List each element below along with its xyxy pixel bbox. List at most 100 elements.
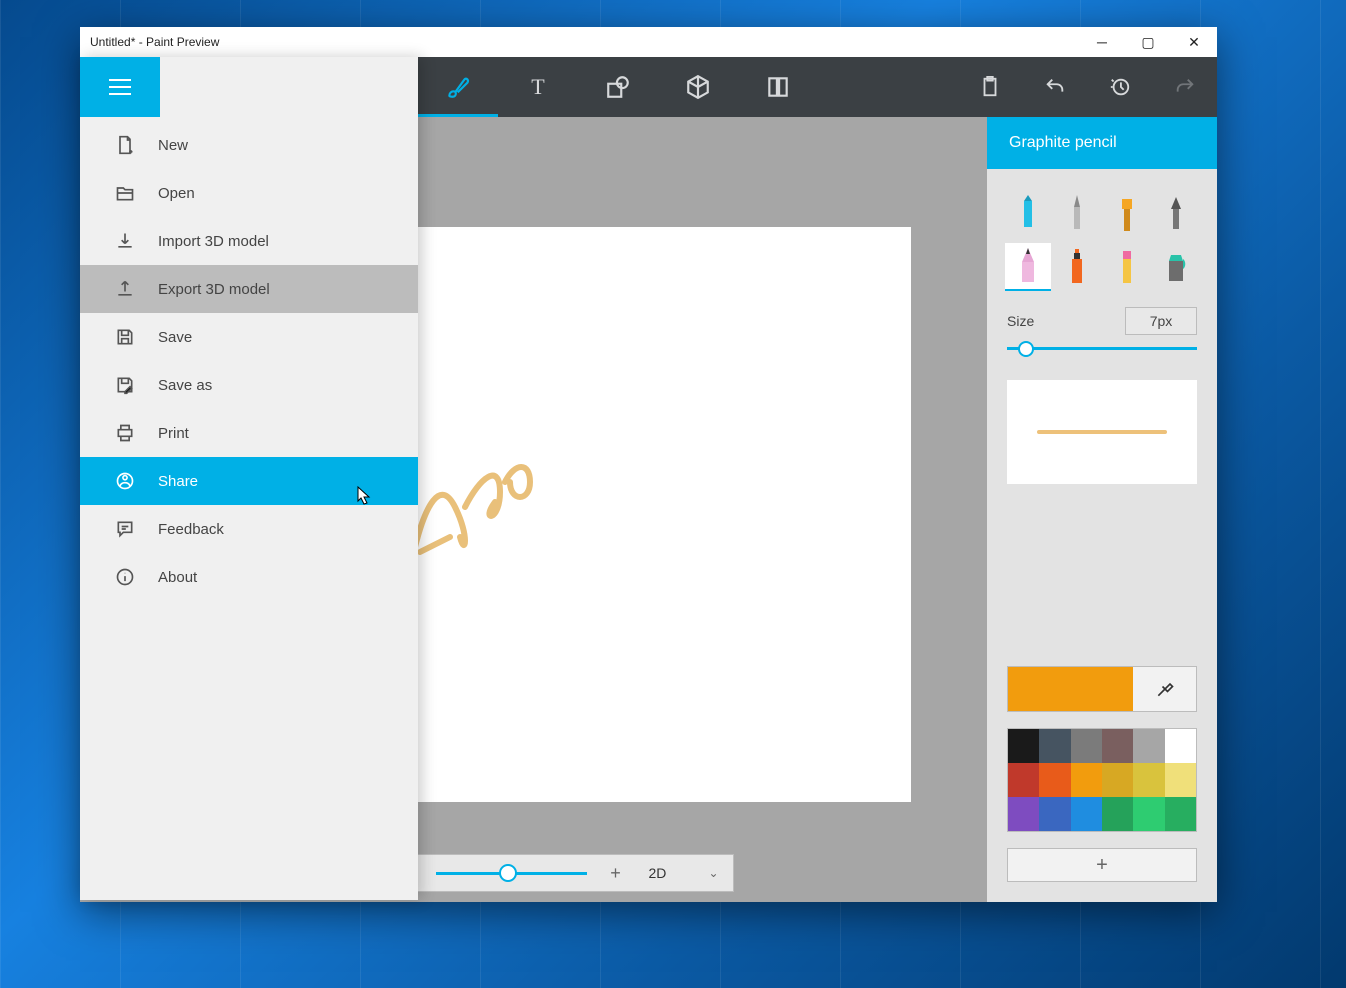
menu-item-about[interactable]: About <box>80 553 418 601</box>
palette-swatch[interactable] <box>1039 797 1070 831</box>
menu-toggle-button[interactable] <box>80 57 160 117</box>
history-button[interactable] <box>1087 57 1152 117</box>
brush-marker[interactable] <box>1005 191 1051 239</box>
side-panel: Graphite pencil Size 7px <box>987 117 1217 902</box>
close-button[interactable]: ✕ <box>1171 27 1217 57</box>
app-window: Untitled* - Paint Preview ─ ▢ ✕ T <box>80 27 1217 902</box>
palette-swatch[interactable] <box>1133 729 1164 763</box>
tab-brush[interactable] <box>418 57 498 117</box>
export-icon <box>114 278 136 300</box>
menu-item-label: Feedback <box>158 521 224 538</box>
save-icon <box>114 326 136 348</box>
tab-canvas[interactable] <box>738 57 818 117</box>
menu-list: New Open Import 3D model Export 3D model Sav… <box>80 117 418 601</box>
minimize-button[interactable]: ─ <box>1079 27 1125 57</box>
menu-item-export[interactable]: Export 3D model <box>80 265 418 313</box>
menu-item-label: Open <box>158 185 195 202</box>
palette-swatch[interactable] <box>1165 797 1196 831</box>
palette-swatch[interactable] <box>1165 729 1196 763</box>
palette-swatch[interactable] <box>1071 763 1102 797</box>
size-label: Size <box>1007 313 1034 329</box>
brush-oil[interactable] <box>1104 191 1150 239</box>
tab-shapes[interactable] <box>578 57 658 117</box>
menu-item-label: Print <box>158 425 189 442</box>
brush-pencil[interactable] <box>1005 243 1051 291</box>
palette-swatch[interactable] <box>1102 797 1133 831</box>
undo-icon <box>1044 76 1066 98</box>
brush-calligraphy[interactable] <box>1055 191 1101 239</box>
text-icon: T <box>531 74 544 100</box>
brush-fill[interactable] <box>1154 243 1200 291</box>
brush-eraser-pencil[interactable] <box>1104 243 1150 291</box>
current-color-row <box>1007 666 1197 712</box>
add-color-button[interactable]: + <box>1007 848 1197 882</box>
undo-button[interactable] <box>1022 57 1087 117</box>
palette-swatch[interactable] <box>1071 797 1102 831</box>
menu-item-label: Share <box>158 473 198 490</box>
shapes-icon <box>605 74 631 100</box>
menu-item-label: Export 3D model <box>158 281 270 298</box>
palette-swatch[interactable] <box>1133 797 1164 831</box>
feedback-icon <box>114 518 136 540</box>
menu-item-save[interactable]: Save <box>80 313 418 361</box>
current-color[interactable] <box>1008 667 1133 711</box>
palette-swatch[interactable] <box>1165 763 1196 797</box>
menu-item-new[interactable]: New <box>80 121 418 169</box>
menu-item-print[interactable]: Print <box>80 409 418 457</box>
zoom-slider[interactable] <box>436 872 586 875</box>
palette-swatch[interactable] <box>1102 729 1133 763</box>
paste-button[interactable] <box>957 57 1022 117</box>
menu-item-open[interactable]: Open <box>80 169 418 217</box>
palette-swatch[interactable] <box>1008 729 1039 763</box>
stroke-preview <box>1007 380 1197 484</box>
titlebar: Untitled* - Paint Preview ─ ▢ ✕ <box>80 27 1217 57</box>
palette-swatch[interactable] <box>1133 763 1164 797</box>
brush-ink[interactable] <box>1154 191 1200 239</box>
view-mode-label: 2D <box>649 865 667 881</box>
canvas-icon <box>765 74 791 100</box>
new-icon <box>114 134 136 156</box>
tab-text[interactable]: T <box>498 57 578 117</box>
eyedropper-icon <box>1155 679 1175 699</box>
brush-icon <box>445 74 471 100</box>
size-value-box[interactable]: 7px <box>1125 307 1197 335</box>
menu-item-feedback[interactable]: Feedback <box>80 505 418 553</box>
about-icon <box>114 566 136 588</box>
size-value: 7px <box>1150 313 1173 329</box>
eyedropper-button[interactable] <box>1133 667 1196 711</box>
history-icon <box>1109 76 1131 98</box>
saveas-icon <box>114 374 136 396</box>
hamburger-icon <box>109 79 131 95</box>
color-palette <box>1007 728 1197 832</box>
side-panel-title: Graphite pencil <box>987 117 1217 169</box>
zoom-in-button[interactable]: + <box>607 863 625 884</box>
redo-button[interactable] <box>1152 57 1217 117</box>
palette-swatch[interactable] <box>1102 763 1133 797</box>
brush-spray[interactable] <box>1055 243 1101 291</box>
drawing-scribble <box>410 447 610 567</box>
share-icon <box>114 470 136 492</box>
import-icon <box>114 230 136 252</box>
menu-item-label: New <box>158 137 188 154</box>
tab-3d[interactable] <box>658 57 738 117</box>
palette-swatch[interactable] <box>1071 729 1102 763</box>
window-title: Untitled* - Paint Preview <box>90 35 219 49</box>
menu-item-label: Import 3D model <box>158 233 269 250</box>
menu-item-label: Save as <box>158 377 212 394</box>
open-icon <box>114 182 136 204</box>
chevron-down-icon: ⌄ <box>708 866 718 880</box>
palette-swatch[interactable] <box>1039 763 1070 797</box>
menu-item-import[interactable]: Import 3D model <box>80 217 418 265</box>
clipboard-icon <box>979 76 1001 98</box>
view-mode-select[interactable]: 2D ⌄ <box>649 865 719 881</box>
size-slider[interactable] <box>1007 347 1197 350</box>
palette-swatch[interactable] <box>1008 797 1039 831</box>
palette-swatch[interactable] <box>1039 729 1070 763</box>
palette-swatch[interactable] <box>1008 763 1039 797</box>
cube-icon <box>685 74 711 100</box>
menu-item-saveas[interactable]: Save as <box>80 361 418 409</box>
maximize-button[interactable]: ▢ <box>1125 27 1171 57</box>
redo-icon <box>1174 76 1196 98</box>
menu-item-label: Save <box>158 329 192 346</box>
app-menu: New Open Import 3D model Export 3D model Sav… <box>80 57 418 900</box>
